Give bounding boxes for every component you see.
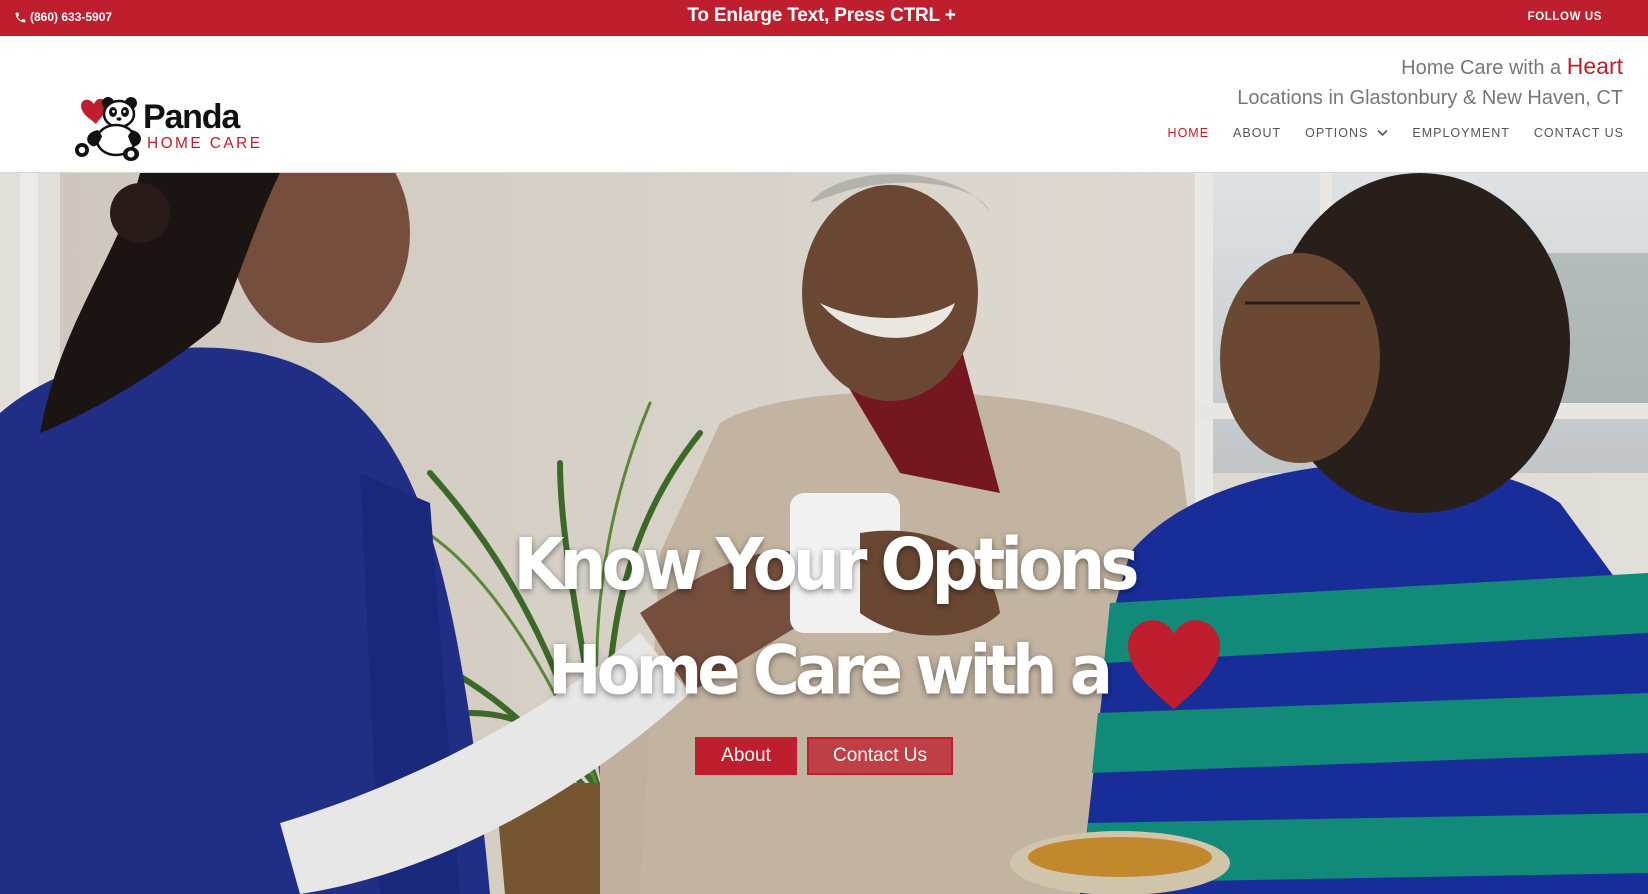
- follow-us-label: FOLLOW US: [1527, 11, 1602, 23]
- nav-contact-label: CONTACT US: [1533, 126, 1624, 140]
- enlarge-text-label: To Enlarge Text, Press CTRL +: [687, 5, 956, 26]
- top-bar: (860) 633-5907 To Enlarge Text, Press CT…: [0, 0, 1648, 36]
- hero-section: Know Your Options Home Care with a About…: [0, 173, 1648, 894]
- hero-button-group: About Contact Us: [695, 737, 953, 775]
- tagline-locations: Locations in Glastonbury & New Haven, CT: [1237, 87, 1623, 109]
- header-tagline: Home Care with a Heart Locations in Glas…: [1237, 51, 1623, 113]
- brand-name: Panda: [143, 98, 240, 136]
- site-header: Panda HOME CARE Home Care with a Heart L…: [0, 36, 1648, 173]
- main-nav: HOME ABOUT OPTIONS EMPLOYMENT CONTACT US: [1168, 126, 1624, 140]
- tagline-prefix: Home Care with a: [1401, 57, 1567, 79]
- about-button[interactable]: About: [695, 737, 797, 775]
- tagline-heart-word: Heart: [1566, 53, 1623, 79]
- nav-item-options[interactable]: OPTIONS: [1305, 126, 1388, 140]
- nav-home-label: HOME: [1167, 126, 1210, 140]
- brand-sub: HOME CARE: [147, 135, 263, 152]
- contact-us-button[interactable]: Contact Us: [807, 737, 953, 775]
- hero-subline-text: Home Care with a: [548, 631, 1113, 711]
- tagline-line1: Home Care with a Heart: [1237, 51, 1623, 83]
- heart-icon: [1128, 620, 1220, 710]
- nav-employment-label: EMPLOYMENT: [1412, 126, 1510, 140]
- chevron-down-icon: [1608, 13, 1618, 21]
- chevron-down-icon: [1377, 129, 1388, 137]
- nav-about-label: ABOUT: [1233, 126, 1282, 140]
- nav-item-home[interactable]: HOME: [1168, 126, 1210, 140]
- nav-item-about[interactable]: ABOUT: [1233, 126, 1281, 140]
- follow-us-menu[interactable]: FOLLOW US: [1528, 11, 1618, 23]
- panda-logo-icon: [75, 97, 141, 161]
- nav-item-contact-us[interactable]: CONTACT US: [1534, 126, 1624, 140]
- site-logo[interactable]: Panda HOME CARE: [74, 94, 264, 162]
- nav-item-employment[interactable]: EMPLOYMENT: [1412, 126, 1510, 140]
- hero-headline: Know Your Options: [513, 522, 1139, 607]
- enlarge-text-notice: To Enlarge Text, Press CTRL +: [0, 5, 1648, 27]
- hero-subline: Home Care with a: [548, 620, 1222, 712]
- nav-options-label: OPTIONS: [1305, 126, 1369, 140]
